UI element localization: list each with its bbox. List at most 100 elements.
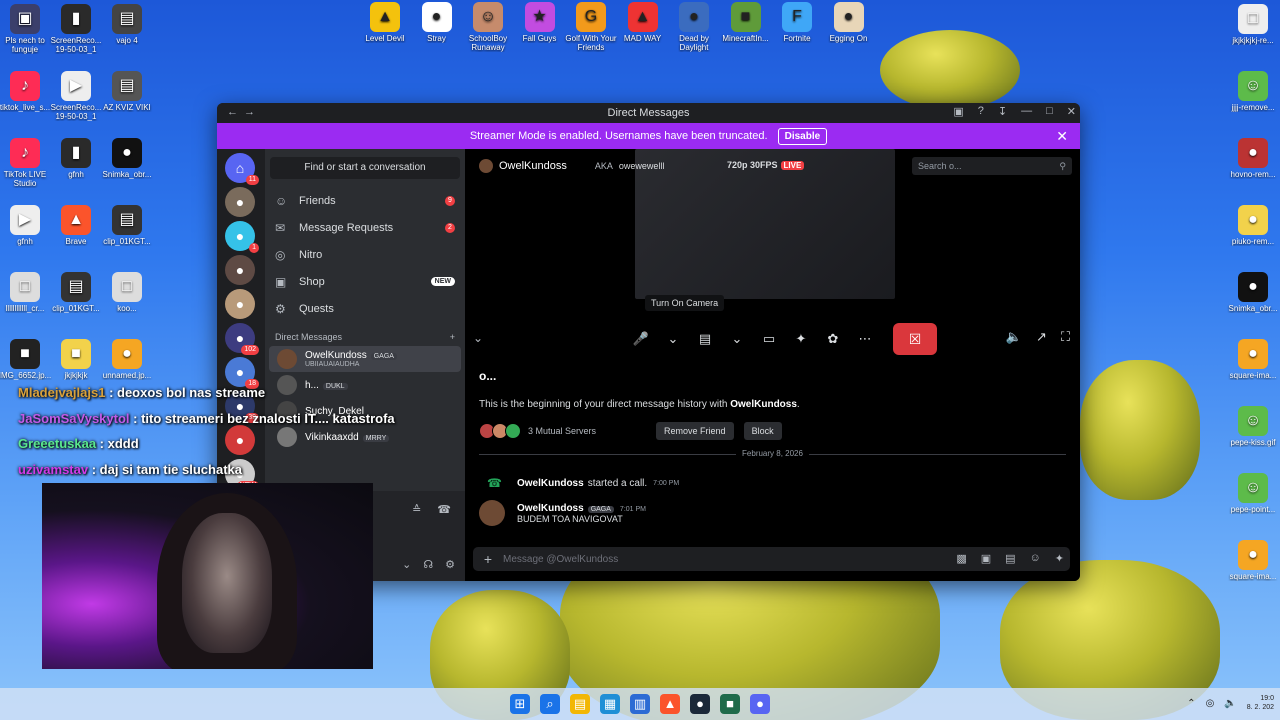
volume-tray-icon[interactable]: 🔈 [1224, 698, 1236, 709]
block-button[interactable]: Block [743, 422, 782, 440]
sidebar-item-nitro[interactable]: ◎ Nitro [265, 241, 465, 268]
emoji-icon[interactable]: ☺ [1030, 552, 1041, 565]
maximize-button[interactable]: □ [1046, 105, 1053, 118]
desktop-icon[interactable]: ● Snimka_obr... [1226, 272, 1280, 313]
desktop-icon[interactable]: ♪ tiktok_live_s... [0, 71, 52, 112]
desktop-icon-label: Level Devil [365, 34, 405, 43]
dm-username[interactable]: OwelKundoss [499, 160, 567, 172]
fullscreen-icon[interactable]: ⛶ [1061, 329, 1070, 345]
server-icon[interactable]: ● [225, 255, 255, 285]
clock[interactable]: 19:0 8. 2. 202 [1247, 694, 1274, 712]
disable-streamer-button[interactable]: Disable [777, 127, 828, 145]
desktop-icon[interactable]: ● square-ima... [1226, 339, 1280, 380]
message-author[interactable]: OwelKundoss [517, 503, 584, 514]
desktop-icon[interactable]: ☺ pepe-kiss.gif [1226, 406, 1280, 447]
inbox-icon[interactable]: ▣ [953, 105, 963, 118]
desktop-icon[interactable]: ☺ pepe-point... [1226, 473, 1280, 514]
desktop-icon[interactable]: ▤ clip_01KGT... [100, 205, 154, 246]
desktop-icon[interactable]: ♪ TikTok LIVE Studio [0, 138, 52, 188]
gift-icon[interactable]: ▩ [956, 552, 966, 565]
desktop-icon[interactable]: ● Snimka_obr... [100, 138, 154, 179]
dm-user[interactable]: OwelKundoss GAGA UBIIAUAIAUDHA [269, 346, 461, 372]
volume-icon[interactable]: 🔈 [1006, 329, 1022, 345]
find-conversation-button[interactable]: Find or start a conversation [270, 157, 460, 179]
taskbar-app-icon[interactable]: ● [690, 694, 710, 714]
server-icon[interactable]: ⌂ 11 [225, 153, 259, 185]
sticker-icon[interactable]: ▤ [1005, 552, 1015, 565]
soundboard-icon[interactable]: ✿ [817, 325, 849, 353]
desktop-icon[interactable]: ▤ AZ KVIZ VIKI [100, 71, 154, 112]
message-composer[interactable]: + Message @OwelKundoss ▩ ▣ ▤ ☺ ✦ [473, 547, 1070, 571]
disconnect-icon[interactable]: ☎ [437, 503, 451, 516]
desktop-icon[interactable]: ● Egging On [819, 2, 879, 43]
minimize-button[interactable]: — [1021, 105, 1032, 118]
noise-suppression-icon[interactable]: ≙ [412, 503, 421, 516]
apps-icon[interactable]: ✦ [1055, 552, 1064, 565]
camera-options-chevron-icon[interactable]: ⌄ [721, 325, 753, 353]
desktop-icon[interactable]: ▤ clip_01KGT... [49, 272, 103, 313]
desktop-icon[interactable]: ▮ gfnh [49, 138, 103, 179]
desktop-icon[interactable]: ▲ Brave [49, 205, 103, 246]
chevron-down-icon[interactable]: ⌄ [402, 558, 411, 571]
desktop-icon[interactable]: ● piuko-rem... [1226, 205, 1280, 246]
sidebar-item-shop[interactable]: ▣ Shop NEW [265, 268, 465, 295]
more-options-icon[interactable]: ⋯ [849, 325, 881, 353]
taskbar-app-icon[interactable]: ▥ [630, 694, 650, 714]
download-icon[interactable]: ↧ [998, 105, 1007, 118]
desktop-icon[interactable]: □ jkjkjkjkj-re... [1226, 4, 1280, 45]
sidebar-item-friends[interactable]: ☺ Friends 9 [265, 187, 465, 214]
desktop-icon[interactable]: ▮ ScreenReco... 19-50-03_1 [49, 4, 103, 54]
server-icon[interactable]: ● [225, 289, 255, 319]
network-icon[interactable]: ◎ [1206, 698, 1215, 709]
microphone-icon[interactable]: 🎤 [625, 325, 657, 353]
gif-icon[interactable]: ▣ [981, 552, 991, 565]
desktop-icon[interactable]: ● hovno-rem... [1226, 138, 1280, 179]
screen-share-icon[interactable]: ▭ [753, 325, 785, 353]
app-icon: □ [112, 272, 142, 302]
taskbar-app-icon[interactable]: ⌕ [540, 694, 560, 714]
popout-icon[interactable]: ↗ [1036, 329, 1047, 345]
mutual-servers-link[interactable]: 3 Mutual Servers [528, 426, 596, 436]
activities-icon[interactable]: ✦ [785, 325, 817, 353]
server-icon[interactable]: ● 102 [225, 323, 259, 355]
taskbar-app-icon[interactable]: ● [750, 694, 770, 714]
add-dm-icon[interactable]: + [450, 332, 455, 342]
desktop-icon[interactable]: ☺ jjjj-remove... [1226, 71, 1280, 112]
desktop-icon-label: SchoolBoy Runaway [468, 34, 508, 52]
taskbar-app-icon[interactable]: ■ [720, 694, 740, 714]
desktop-icon[interactable]: □ llllllllllll_cr... [0, 272, 52, 313]
desktop-icon[interactable]: ■ jkjkjkjk [49, 339, 103, 380]
desktop-icon[interactable]: ▶ gfnh [0, 205, 52, 246]
server-icon[interactable]: ● [225, 187, 255, 217]
app-icon: ● [1238, 138, 1268, 168]
close-banner-icon[interactable]: ✕ [1056, 128, 1068, 145]
taskbar-app-icon[interactable]: ⊞ [510, 694, 530, 714]
mic-options-chevron-icon[interactable]: ⌄ [657, 325, 689, 353]
taskbar-app-icon[interactable]: ▲ [660, 694, 680, 714]
desktop-icon[interactable]: ● unnamed.jp... [100, 339, 154, 380]
desktop-icon[interactable]: □ koo... [100, 272, 154, 313]
app-icon: ● [421, 2, 452, 32]
sidebar-item-message-requests[interactable]: ✉ Message Requests 2 [265, 214, 465, 241]
server-icon[interactable]: ● 1 [225, 221, 259, 253]
desktop-icon[interactable]: ▶ ScreenReco... 19-50-03_1 [49, 71, 103, 121]
avatar[interactable] [479, 500, 505, 526]
help-icon[interactable]: ? [978, 105, 984, 118]
search-input[interactable]: Search o... ⚲ [912, 157, 1072, 175]
taskbar-app-icon[interactable]: ▤ [570, 694, 590, 714]
headset-icon[interactable]: ☊ [423, 558, 433, 571]
close-window-button[interactable]: ✕ [1067, 105, 1076, 118]
sidebar-item-quests[interactable]: ⚙ Quests [265, 295, 465, 322]
tray-chevron-icon[interactable]: ⌃ [1187, 698, 1195, 709]
end-call-button[interactable]: ☒ [893, 323, 937, 355]
desktop-icon[interactable]: ● square-ima... [1226, 540, 1280, 581]
collapse-chevron-icon[interactable]: ⌄ [473, 331, 483, 345]
remove-friend-button[interactable]: Remove Friend [656, 422, 734, 440]
desktop-icon[interactable]: ■ IMG_6652.jp... [0, 339, 52, 380]
camera-off-icon[interactable]: ▤ [689, 325, 721, 353]
taskbar-app-icon[interactable]: ▦ [600, 694, 620, 714]
attach-plus-icon[interactable]: + [473, 551, 503, 567]
settings-gear-icon[interactable]: ⚙ [445, 558, 455, 571]
desktop-icon[interactable]: ▤ vajo 4 [100, 4, 154, 45]
desktop-icon[interactable]: ▣ Pls nech to funguje [0, 4, 52, 54]
